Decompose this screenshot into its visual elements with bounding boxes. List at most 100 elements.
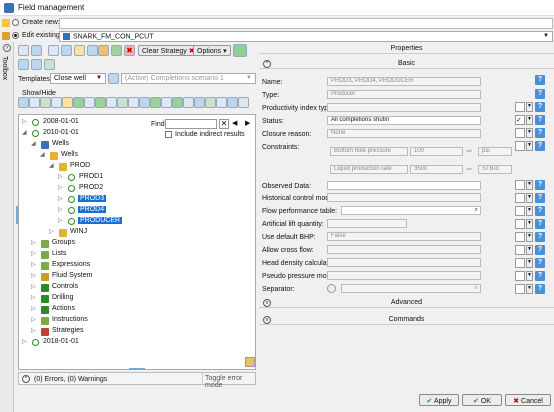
collapse-icon[interactable] — [31, 59, 42, 70]
closure-select[interactable]: None — [327, 129, 481, 138]
clear-find-icon[interactable]: ✕ — [219, 119, 229, 129]
constraint1-unit[interactable]: psi — [478, 147, 512, 156]
event-filter-icon[interactable] — [172, 97, 183, 108]
controls-filter-icon[interactable] — [73, 97, 84, 108]
time-filter-icon[interactable] — [183, 97, 194, 108]
splitter-handle[interactable] — [16, 206, 18, 224]
lift-checkbox[interactable] — [515, 219, 525, 229]
chevron-right-icon[interactable]: › — [3, 44, 11, 52]
chevron-down-icon[interactable]: ▼ — [526, 219, 533, 229]
options-button[interactable]: Options ▾ — [193, 45, 231, 56]
clear-strategy-button[interactable]: Clear Strategy ✖ — [138, 45, 199, 56]
strat-filter-icon[interactable] — [117, 97, 128, 108]
help-icon[interactable]: ? — [535, 193, 545, 203]
chevron-down-icon[interactable]: ▼ — [526, 284, 533, 294]
constraint2-unit[interactable]: STB/d — [478, 165, 512, 174]
expr-filter-icon[interactable] — [51, 97, 62, 108]
help-icon[interactable]: ? — [535, 89, 545, 99]
chevron-down-icon[interactable]: ▼ — [526, 128, 533, 138]
constraints-checkbox[interactable] — [515, 141, 525, 151]
chevron-down-icon[interactable]: ▼ — [526, 271, 533, 281]
lightning-icon[interactable] — [74, 45, 85, 56]
find-input[interactable] — [165, 119, 217, 129]
edit-radio[interactable] — [12, 32, 19, 39]
refresh-icon[interactable] — [111, 45, 122, 56]
basic-section-header[interactable]: ^ Basic — [259, 58, 554, 69]
misc-filter-icon[interactable] — [205, 97, 216, 108]
inj-filter-icon[interactable] — [150, 97, 161, 108]
instr-filter-icon[interactable] — [106, 97, 117, 108]
sync-icon[interactable] — [233, 44, 247, 57]
obs-checkbox[interactable] — [515, 180, 525, 190]
actions-filter-icon[interactable] — [95, 97, 106, 108]
include-indirect-checkbox[interactable] — [165, 131, 172, 138]
flow-checkbox[interactable] — [515, 206, 525, 216]
find-next-icon[interactable]: ▶ — [245, 119, 250, 127]
help-icon[interactable]: ? — [535, 128, 545, 138]
toolbox-panel[interactable]: › Toolbox — [0, 42, 14, 412]
wells-filter-icon[interactable] — [18, 97, 29, 108]
apply-button[interactable]: ✔ Apply — [419, 394, 459, 406]
help-icon[interactable]: ? — [535, 258, 545, 268]
find-prev-icon[interactable]: ◀ — [232, 119, 237, 127]
chevron-down-icon[interactable]: ▼ — [526, 232, 533, 242]
separator-field[interactable]: ⌕ — [341, 284, 481, 293]
separator-icon[interactable] — [327, 284, 336, 293]
sep-checkbox[interactable] — [515, 284, 525, 294]
table-filter-icon[interactable] — [238, 97, 249, 108]
help-icon[interactable]: ? — [535, 284, 545, 294]
apply-template-icon[interactable] — [108, 73, 119, 84]
arrow-right-icon[interactable] — [31, 45, 42, 56]
well-type-filter-icon[interactable] — [128, 97, 139, 108]
filter-icon[interactable] — [44, 59, 55, 70]
chevron-down-icon[interactable]: ▼ — [526, 193, 533, 203]
observed-field[interactable] — [327, 181, 481, 190]
cross-select[interactable] — [327, 245, 481, 254]
flow-field[interactable]: ⌕ — [341, 206, 481, 215]
chevron-down-icon[interactable]: ▼ — [526, 141, 533, 151]
head-select[interactable] — [327, 258, 481, 267]
bhp-select[interactable]: False — [327, 232, 481, 241]
search-icon[interactable]: ⌕ — [475, 285, 478, 292]
ok-button[interactable]: ✔ OK — [462, 394, 502, 406]
expand-icon[interactable] — [18, 59, 29, 70]
lists-filter-icon[interactable] — [40, 97, 51, 108]
chevron-up-icon[interactable]: ^ — [22, 375, 30, 383]
delete-icon[interactable]: ✖ — [124, 45, 135, 56]
chevron-down-icon[interactable]: ▼ — [526, 206, 533, 216]
status-select[interactable]: All completions shutin — [327, 116, 481, 125]
comp-filter-icon[interactable] — [161, 97, 172, 108]
help-icon[interactable]: ? — [535, 102, 545, 112]
link-icon[interactable] — [48, 45, 59, 56]
fluid-filter-icon[interactable] — [62, 97, 73, 108]
chevron-down-icon[interactable]: ▼ — [526, 115, 533, 125]
edit-existing-select[interactable]: SNARK_FM_CON_PCUT ▼ — [59, 31, 553, 42]
edit-icon[interactable] — [245, 357, 255, 367]
help-icon[interactable]: ? — [535, 245, 545, 255]
help-icon[interactable]: ? — [535, 115, 545, 125]
chevron-down-icon[interactable]: ▼ — [526, 180, 533, 190]
pit-checkbox[interactable] — [515, 102, 525, 112]
group2-filter-icon[interactable] — [194, 97, 205, 108]
help-icon[interactable]: ? — [535, 180, 545, 190]
templates-select[interactable]: Close well ▼ — [50, 73, 106, 84]
create-radio[interactable] — [12, 19, 19, 26]
drilling-filter-icon[interactable] — [84, 97, 95, 108]
commands-section-header[interactable]: v Commands — [259, 314, 554, 325]
pseudo-select[interactable] — [327, 271, 481, 280]
advanced-section-header[interactable]: v Advanced — [259, 297, 554, 308]
search-icon[interactable]: ⌕ — [475, 207, 478, 214]
historical-field[interactable] — [327, 193, 481, 202]
grid-filter-icon[interactable] — [216, 97, 227, 108]
lift-field[interactable] — [327, 219, 407, 228]
help-icon[interactable]: ? — [535, 232, 545, 242]
help-icon[interactable]: ? — [535, 271, 545, 281]
constraint1-select[interactable]: Bottom hole pressure — [330, 147, 408, 156]
folder-icon[interactable] — [98, 45, 109, 56]
splitter-handle-bottom[interactable] — [129, 368, 145, 370]
toggle-error-mode-button[interactable]: Toggle error mode — [202, 373, 255, 389]
groups-filter-icon[interactable] — [29, 97, 40, 108]
bhp-checkbox[interactable] — [515, 232, 525, 242]
chart-filter-icon[interactable] — [227, 97, 238, 108]
help-icon[interactable]: ? — [535, 206, 545, 216]
